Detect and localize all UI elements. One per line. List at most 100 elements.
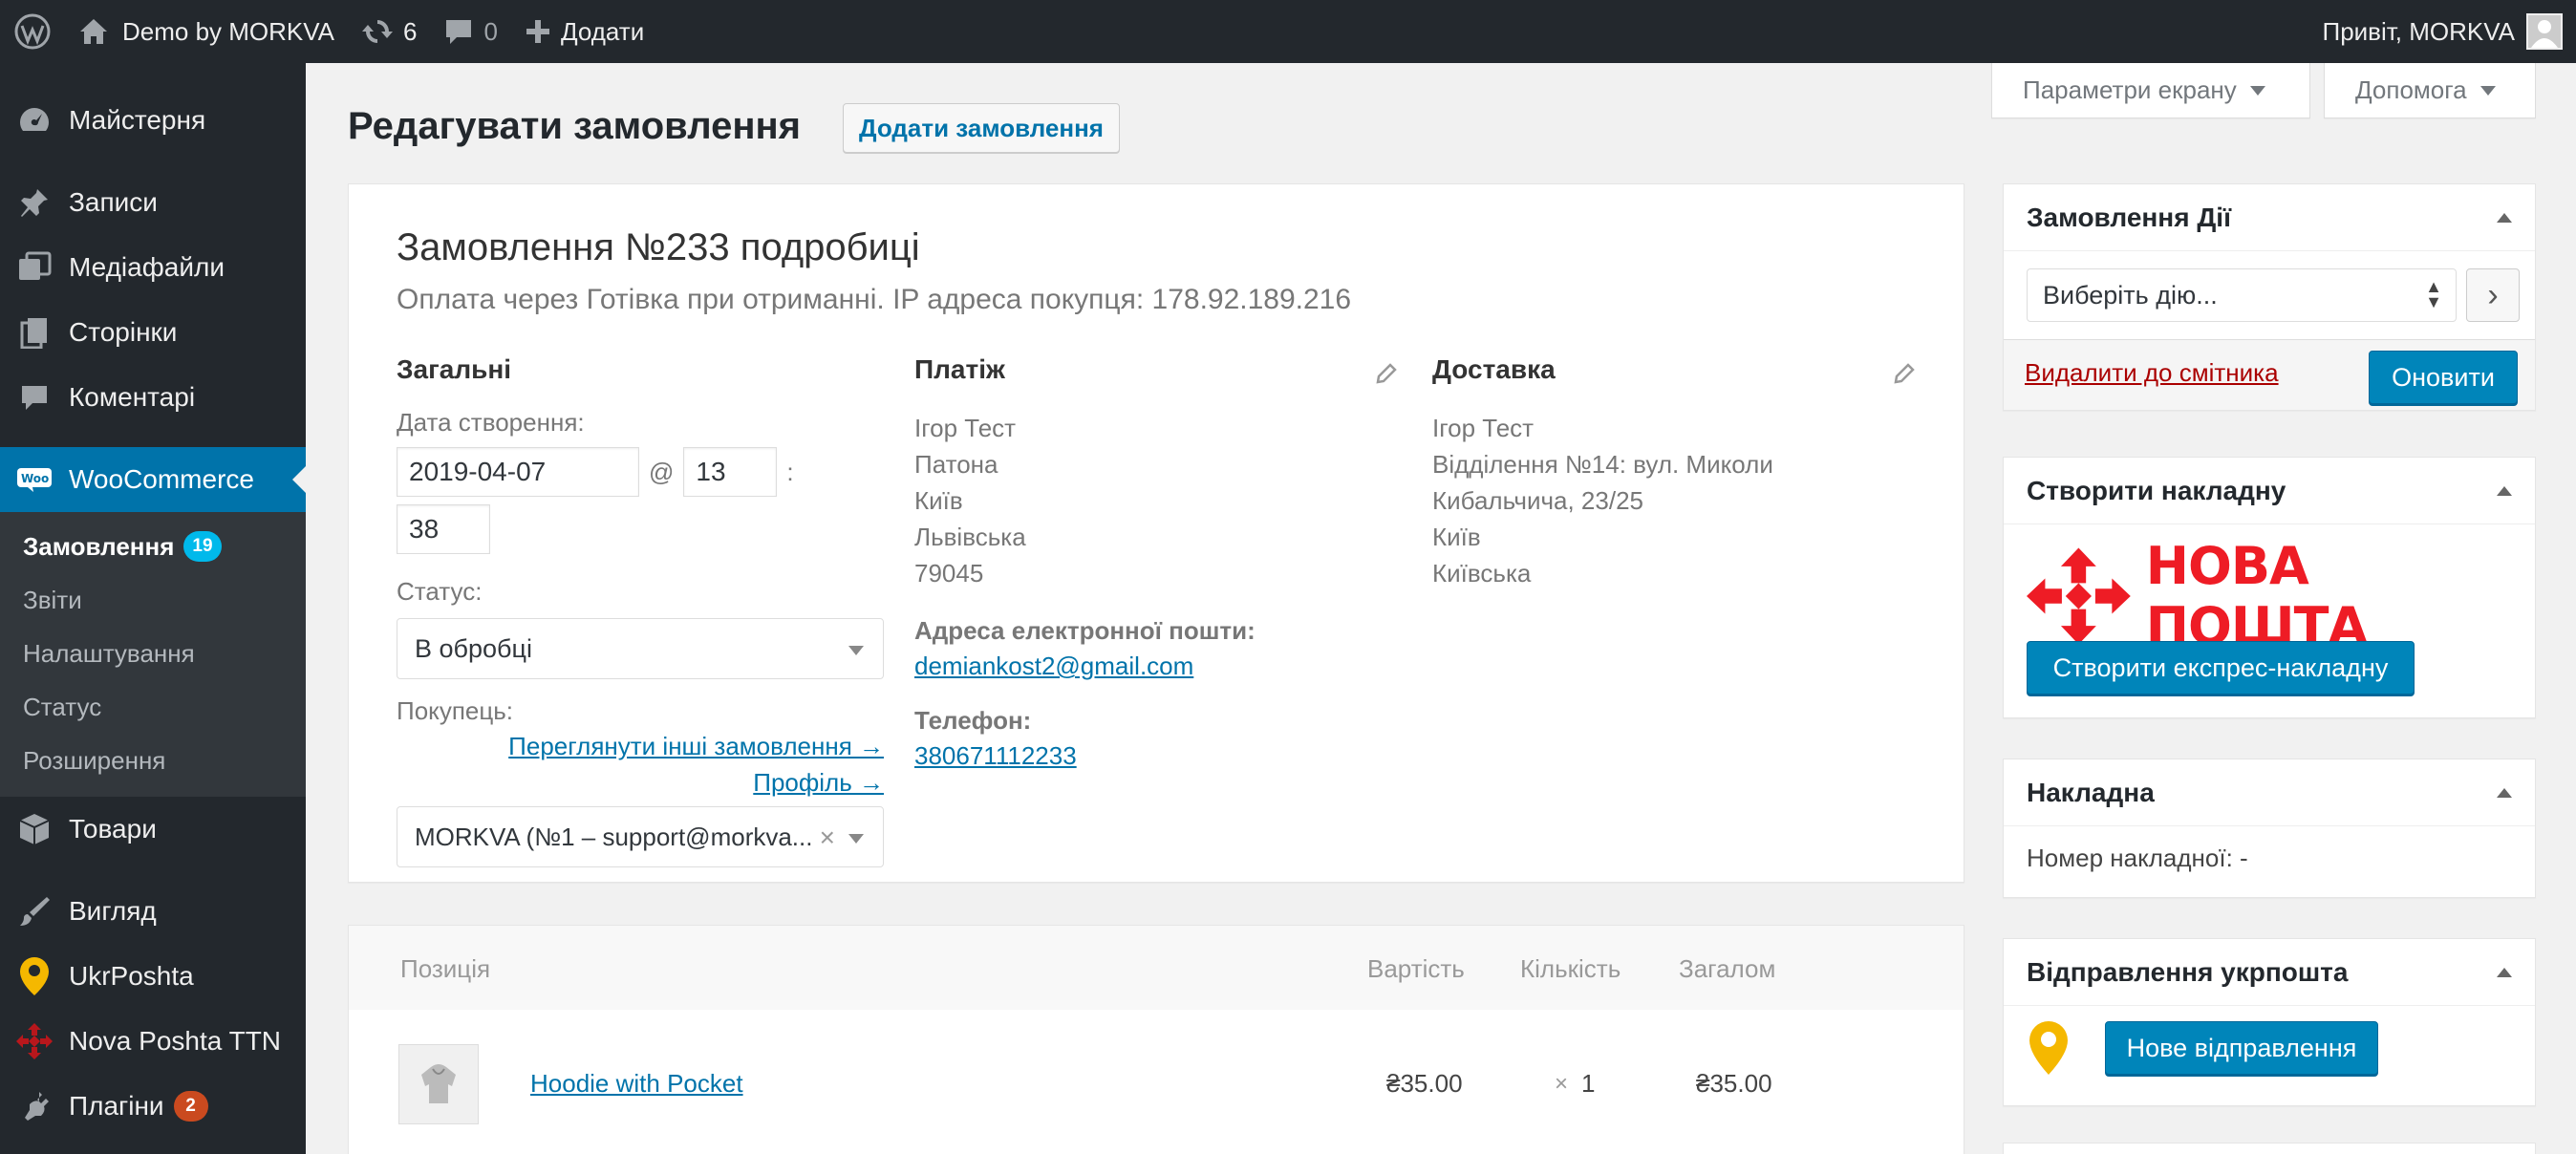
collapse-arrow-icon[interactable] (2497, 788, 2512, 798)
site-name-link[interactable]: Demo by MORKVA (65, 0, 348, 63)
customer-select[interactable]: MORKVA (№1 – support@morkva... × (397, 806, 884, 867)
updates-link[interactable]: 6 (348, 0, 430, 63)
clear-icon[interactable]: × (820, 823, 835, 853)
billing-line: Патона (914, 450, 998, 479)
sidebar-item-products[interactable]: Товари (0, 797, 306, 862)
col-item: Позиція (400, 954, 491, 983)
hour-input[interactable]: 13 (683, 447, 778, 497)
sidebar-item-comments[interactable]: Коментарі (0, 365, 306, 430)
sidebar-item-plugins[interactable]: Плагіни 2 (0, 1074, 306, 1139)
new-shipment-button[interactable]: Нове відправлення (2105, 1021, 2378, 1075)
sidebar-item-novaposhta[interactable]: Nova Poshta TTN (0, 1009, 306, 1074)
create-express-invoice-button[interactable]: Створити експрес-накладну (2027, 641, 2415, 695)
email-link[interactable]: demiankost2@gmail.com (914, 652, 1411, 681)
comments-count: 0 (483, 16, 498, 46)
phone-label: Телефон: (914, 706, 1032, 735)
chevron-down-icon (848, 834, 864, 844)
products-icon (15, 810, 54, 848)
status-label: Статус: (397, 577, 483, 606)
woo-icon: Woo (15, 460, 54, 499)
pages-icon (15, 313, 54, 352)
updates-count: 6 (403, 16, 418, 46)
customer-label: Покупець: (397, 696, 514, 725)
shipping-line: Кибальчича, 23/25 (1432, 486, 1643, 515)
billing-line: Ігор Тест (914, 414, 1017, 442)
phone-link[interactable]: 380671112233 (914, 741, 1411, 771)
date-input[interactable]: 2019-04-07 (397, 447, 639, 497)
edit-billing-pencil-icon[interactable] (1375, 362, 1398, 385)
invoice-header[interactable]: Накладна (2004, 759, 2535, 826)
create-invoice-header[interactable]: Створити накладну (2004, 458, 2535, 524)
ukrposhta-header[interactable]: Відправлення укрпошта (2004, 939, 2535, 1006)
product-name-link[interactable]: Hoodie with Pocket (530, 1069, 743, 1099)
sidebar-item-posts[interactable]: Записи (0, 170, 306, 235)
new-content-link[interactable]: Додати (511, 0, 657, 63)
wp-logo-icon[interactable] (0, 0, 65, 63)
avatar (2526, 13, 2563, 50)
other-orders-link[interactable]: Переглянути інші замовлення → (508, 732, 884, 760)
shipping-column: Доставка Ігор Тест Відділення №14: вул. … (1432, 354, 1929, 591)
sidebar-item-appearance[interactable]: Вигляд (0, 879, 306, 944)
sidebar-item-label: Сторінки (69, 317, 178, 347)
billing-line: Київ (914, 486, 963, 515)
sidebar-item-ukrposhta[interactable]: UkrPoshta (0, 944, 306, 1009)
order-actions-header[interactable]: Замовлення Дії (2004, 184, 2535, 251)
sidebar-item-pages[interactable]: Сторінки (0, 300, 306, 365)
select-arrows-icon: ▲ ▼ (2425, 277, 2442, 311)
screen-options-button[interactable]: Параметри екрану (1991, 63, 2310, 118)
collapse-arrow-icon[interactable] (2497, 213, 2512, 223)
time-colon: : (786, 457, 794, 486)
order-details-box: Замовлення №233 подробиці Оплата через Г… (348, 183, 1964, 883)
item-total: ₴35.00 (1696, 1069, 1772, 1098)
sidebar-item-label: Вигляд (69, 896, 157, 926)
sidebar-item-dashboard[interactable]: Майстерня (0, 88, 306, 153)
invoice-number: Номер накладної: - (2027, 844, 2248, 872)
my-account[interactable]: Привіт, MORKVA (2323, 0, 2563, 63)
date-label: Дата створення: (397, 408, 585, 437)
minute-input[interactable]: 38 (397, 504, 490, 554)
col-cost: Вартість (1367, 954, 1465, 983)
billing-title: Платіж (914, 354, 1005, 384)
dashboard-icon (15, 101, 54, 139)
media-icon (15, 248, 54, 287)
sidebar-item-media[interactable]: Медіафайли (0, 235, 306, 300)
comments-link[interactable]: 0 (430, 0, 510, 63)
email-label: Адреса електронної пошти: (914, 616, 1256, 645)
update-button[interactable]: Оновити (2369, 351, 2518, 404)
action-select[interactable]: Виберіть дію... ▲ ▼ (2027, 268, 2457, 322)
apply-action-button[interactable]: › (2466, 268, 2520, 322)
submenu-item-settings[interactable]: Налаштування (0, 627, 306, 680)
col-qty: Кількість (1520, 954, 1621, 983)
profile-link[interactable]: Профіль → (753, 768, 884, 797)
shipping-title: Доставка (1432, 354, 1556, 384)
submenu-item-extensions[interactable]: Розширення (0, 734, 306, 787)
edit-shipping-pencil-icon[interactable] (1893, 362, 1916, 385)
sidebar-item-woocommerce[interactable]: Woo WooCommerce (0, 447, 306, 512)
help-button[interactable]: Допомога (2324, 63, 2536, 118)
site-name: Demo by MORKVA (122, 16, 335, 46)
svg-text:Woo: Woo (21, 472, 49, 485)
ukrposhta-box: Відправлення укрпошта Нове відправлення (2003, 938, 2536, 1106)
create-invoice-box: Створити накладну НОВА ПОШТА Створити ек… (2003, 457, 2536, 718)
order-items-box: Позиція Вартість Кількість Загалом Hoodi… (348, 925, 1964, 1154)
submenu-item-reports[interactable]: Звіти (0, 573, 306, 627)
col-total: Загалом (1679, 954, 1776, 983)
sidebar-item-label: Товари (69, 814, 157, 844)
submenu-item-status[interactable]: Статус (0, 680, 306, 734)
refresh-icon (362, 20, 394, 43)
items-table-header: Позиція Вартість Кількість Загалом (349, 926, 1964, 1010)
submenu-item-orders[interactable]: Замовлення 19 (0, 520, 306, 573)
add-order-button[interactable]: Додати замовлення (843, 103, 1120, 153)
move-to-trash-link[interactable]: Видалити до смітника (2025, 358, 2279, 388)
collapse-arrow-icon[interactable] (2497, 486, 2512, 496)
brush-icon (15, 892, 54, 930)
comment-icon (446, 20, 472, 44)
plugins-update-badge: 2 (173, 1091, 208, 1122)
collapse-arrow-icon[interactable] (2497, 968, 2512, 977)
status-select[interactable]: В обробці (397, 618, 884, 679)
sidebar-item-label: Записи (69, 187, 158, 217)
billing-line: Львівська (914, 523, 1026, 551)
shipping-line: Київ (1432, 523, 1481, 551)
product-thumbnail[interactable] (398, 1044, 479, 1124)
woocommerce-submenu: Замовлення 19 Звіти Налаштування Статус … (0, 512, 306, 797)
